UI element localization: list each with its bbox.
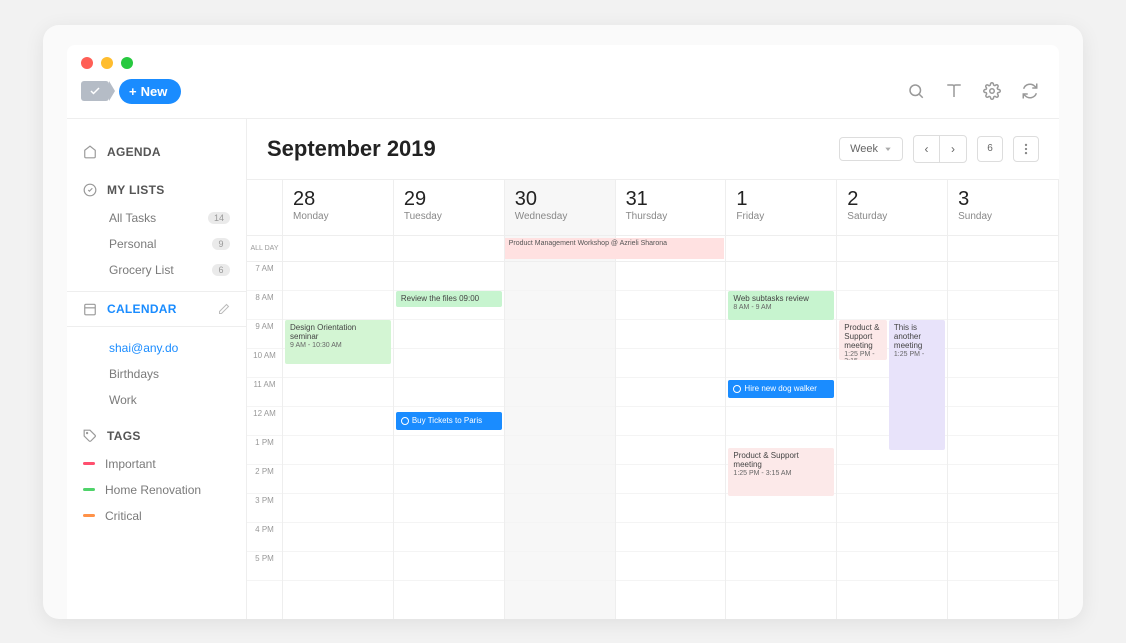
sidebar-cal-work[interactable]: Work	[83, 387, 230, 413]
sidebar-cal-shai[interactable]: shai@any.do	[83, 335, 230, 361]
day-col-monday[interactable]: 28Monday Design Orientation seminar 9 AM…	[283, 180, 394, 619]
new-button[interactable]: + New	[119, 79, 181, 104]
window-controls	[67, 45, 1059, 69]
sidebar-calendar[interactable]: CALENDAR	[67, 291, 246, 327]
chevron-down-icon	[884, 145, 892, 153]
nav-group: ‹ ›	[913, 135, 967, 163]
sidebar-mylists[interactable]: MY LISTS	[83, 175, 230, 205]
allday-slot[interactable]	[616, 236, 726, 262]
day-header: 29Tuesday	[394, 180, 504, 236]
event-product-support-sat[interactable]: Product & Support meeting 1:25 PM - 3:15	[839, 320, 886, 360]
sidebar-agenda[interactable]: AGENDA	[83, 137, 230, 167]
day-col-tuesday[interactable]: 29Tuesday Review the files 09:00 Buy Tic…	[394, 180, 505, 619]
event-hire-dog-walker[interactable]: Hire new dog walker	[728, 380, 834, 398]
content-area: AGENDA MY LISTS All Tasks14 Personal9 Gr…	[67, 119, 1059, 619]
allday-slot[interactable]: Product Management Workshop @ Azrieli Sh…	[505, 236, 615, 262]
close-dot[interactable]	[81, 57, 93, 69]
day-header: 31Thursday	[616, 180, 726, 236]
dots-vertical-icon	[1019, 142, 1033, 156]
calendar-title: September 2019	[267, 136, 436, 162]
calendar-main: September 2019 Week ‹ › 6	[247, 119, 1059, 619]
sidebar: AGENDA MY LISTS All Tasks14 Personal9 Gr…	[67, 119, 247, 619]
task-circle-icon	[401, 417, 409, 425]
minimize-dot[interactable]	[101, 57, 113, 69]
new-button-label: New	[141, 84, 168, 99]
day-header: 2Saturday	[837, 180, 947, 236]
today-button[interactable]: 6	[977, 136, 1003, 162]
event-product-support-fri[interactable]: Product & Support meeting 1:25 PM - 3:15…	[728, 448, 834, 496]
tag-icon	[83, 429, 97, 443]
sidebar-list-grocery[interactable]: Grocery List6	[83, 257, 230, 283]
allday-slot[interactable]	[948, 236, 1058, 262]
tag-important[interactable]: Important	[83, 451, 230, 477]
view-select[interactable]: Week	[839, 137, 903, 161]
calendar-icon	[83, 302, 97, 316]
next-button[interactable]: ›	[940, 136, 966, 162]
toolbar: + New	[67, 69, 1059, 119]
event-web-subtasks[interactable]: Web subtasks review 8 AM - 9 AM	[728, 291, 834, 320]
tag-home-renovation[interactable]: Home Renovation	[83, 477, 230, 503]
home-icon	[83, 145, 97, 159]
calendar-header: September 2019 Week ‹ › 6	[247, 119, 1059, 179]
days-container: 28Monday Design Orientation seminar 9 AM…	[283, 180, 1059, 619]
gear-icon[interactable]	[983, 82, 1001, 100]
app-window: + New AGENDA	[67, 45, 1059, 619]
maximize-dot[interactable]	[121, 57, 133, 69]
check-circle-icon	[83, 183, 97, 197]
day-header: 1Friday	[726, 180, 836, 236]
day-col-sunday[interactable]: 3Sunday	[948, 180, 1059, 619]
more-button[interactable]	[1013, 136, 1039, 162]
time-column: ALL DAY 7 AM 8 AM 9 AM 10 AM 11 AM 12 AM…	[247, 180, 283, 619]
day-col-wednesday[interactable]: 30Wednesday Product Management Workshop …	[505, 180, 616, 619]
allday-slot[interactable]	[283, 236, 393, 262]
sidebar-cal-birthdays[interactable]: Birthdays	[83, 361, 230, 387]
day-header: 28Monday	[283, 180, 393, 236]
sidebar-tags[interactable]: TAGS	[83, 421, 230, 451]
allday-slot[interactable]	[726, 236, 836, 262]
pencil-icon[interactable]	[218, 303, 230, 315]
prev-button[interactable]: ‹	[914, 136, 940, 162]
calendar-grid: ALL DAY 7 AM 8 AM 9 AM 10 AM 11 AM 12 AM…	[247, 179, 1059, 619]
sync-icon[interactable]	[1021, 82, 1039, 100]
plus-icon: +	[129, 84, 137, 99]
event-buy-tickets[interactable]: Buy Tickets to Paris	[396, 412, 502, 430]
done-tag-icon[interactable]	[81, 81, 109, 101]
event-design-orientation[interactable]: Design Orientation seminar 9 AM - 10:30 …	[285, 320, 391, 364]
search-icon[interactable]	[907, 82, 925, 100]
allday-slot[interactable]	[394, 236, 504, 262]
event-another-meeting[interactable]: This is another meeting 1:25 PM -	[889, 320, 945, 450]
laptop-frame: + New AGENDA	[43, 25, 1083, 619]
task-circle-icon	[733, 385, 741, 393]
allday-slot[interactable]	[837, 236, 947, 262]
day-header: 30Wednesday	[505, 180, 615, 236]
event-review-files[interactable]: Review the files 09:00	[396, 291, 502, 307]
day-col-friday[interactable]: 1Friday Web subtasks review 8 AM - 9 AM	[726, 180, 837, 619]
day-header: 3Sunday	[948, 180, 1058, 236]
day-col-thursday[interactable]: 31Thursday	[616, 180, 727, 619]
sidebar-list-personal[interactable]: Personal9	[83, 231, 230, 257]
sidebar-list-alltasks[interactable]: All Tasks14	[83, 205, 230, 231]
tag-critical[interactable]: Critical	[83, 503, 230, 529]
book-icon[interactable]	[945, 82, 963, 100]
day-col-saturday[interactable]: 2Saturday Product & Support meeting 1:25…	[837, 180, 948, 619]
